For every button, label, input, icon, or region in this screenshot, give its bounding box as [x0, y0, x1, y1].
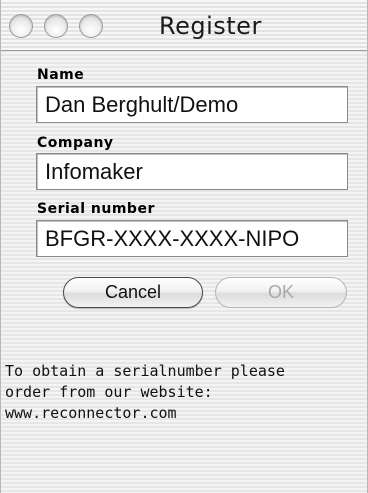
serial-number-field[interactable]: BFGR-XXXX-XXXX-NIPO: [36, 220, 348, 257]
register-window: Register Name Dan Berghult/Demo Company …: [0, 0, 368, 493]
website-url: www.reconnector.com: [5, 404, 177, 422]
ok-button[interactable]: OK: [215, 277, 347, 308]
close-window-button[interactable]: [9, 14, 33, 38]
company-label: Company: [37, 135, 114, 151]
info-text-line-1: To obtain a serialnumber please: [5, 362, 285, 380]
cancel-button[interactable]: Cancel: [63, 277, 203, 308]
title-bar[interactable]: Register: [1, 0, 367, 51]
name-field[interactable]: Dan Berghult/Demo: [36, 86, 348, 123]
serial-number-label: Serial number: [37, 201, 155, 217]
info-text-line-2: order from our website:: [5, 383, 213, 401]
window-title: Register: [159, 12, 262, 40]
minimize-window-button[interactable]: [44, 14, 68, 38]
company-field[interactable]: Infomaker: [36, 153, 348, 190]
zoom-window-button[interactable]: [79, 14, 103, 38]
name-label: Name: [37, 67, 85, 83]
